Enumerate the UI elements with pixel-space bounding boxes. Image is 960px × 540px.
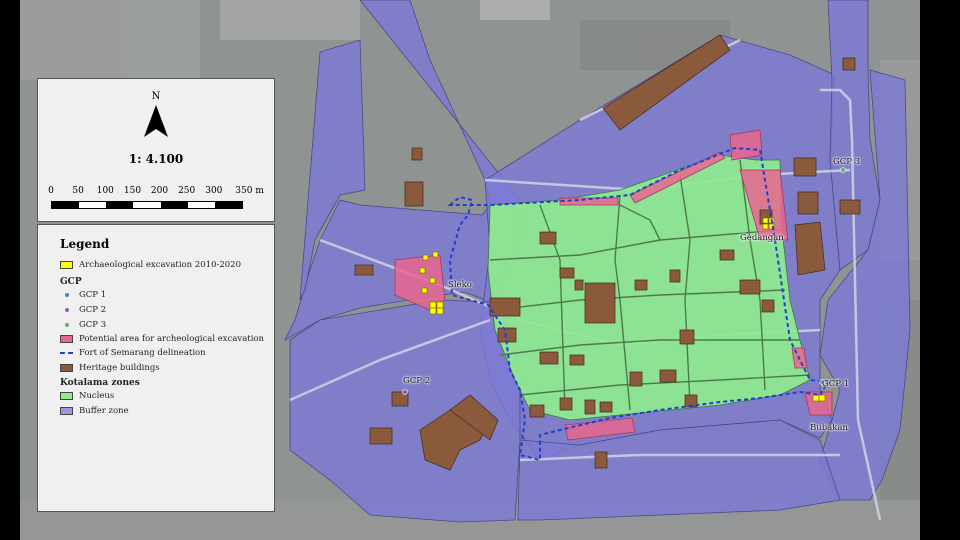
legend-buffer-label: Buffer zone [79,406,129,416]
legend-fort: Fort of Semarang delineation [60,347,206,359]
gcp3-point [840,167,846,173]
legend-title: Legend [60,237,110,251]
legend-gcp2-label: GCP 2 [79,305,107,315]
label-gcp1: GCP 1 [822,379,850,389]
buffer-swatch [60,407,73,415]
scale-tick: 300 [205,186,223,196]
fort-swatch [60,352,73,354]
north-scale-panel: N 1: 4.100 0 50 100 150 200 250 300 350 … [37,78,275,222]
legend-zones-heading: Kotalama zones [60,378,140,388]
scale-tick: 200 [150,186,169,196]
heritage-swatch [60,364,73,372]
legend-gcp2: GCP 2 [60,304,106,316]
label-gcp3: GCP 3 [833,157,861,167]
legend-heritage: Heritage buildings [60,362,160,374]
scale-ratio: 1: 4.100 [128,152,184,166]
legend-gcp3: GCP 3 [60,319,106,331]
scale-tick: 150 [123,186,142,196]
scale-tick: 350 m [235,186,264,196]
gcp2-swatch [65,308,69,312]
label-sleko: Sleko [448,280,472,290]
scale-tick: 250 [178,186,196,196]
gcp1-swatch [65,293,69,297]
gcp3-swatch [65,323,69,327]
legend-gcp1-label: GCP 1 [79,290,107,300]
legend-potential-label: Potential area for archeological excavat… [79,334,264,344]
legend-excavation: Archaeological excavation 2010-2020 [60,259,241,271]
legend-fort-label: Fort of Semarang delineation [79,348,206,358]
scale-tick: 0 [48,186,54,196]
legend-panel: Legend Archaeological excavation 2010-20… [37,224,275,512]
potential-swatch [60,335,73,343]
legend-gcp1: GCP 1 [60,289,106,301]
nucleus-swatch [60,392,73,400]
legend-gcp3-label: GCP 3 [79,320,107,330]
label-gcp2: GCP 2 [403,376,431,386]
map-frame: Sleko Gedangan Bubakan GCP 1 GCP 2 GCP 3… [20,0,920,540]
legend-heritage-label: Heritage buildings [79,363,160,373]
north-arrow: N [136,91,176,141]
north-arrow-icon [144,105,168,137]
legend-gcp-heading: GCP [60,277,82,287]
gcp2-point [402,389,408,395]
scale-tick: 100 [96,186,114,196]
label-gedangan: Gedangan [740,233,784,243]
legend-nucleus-label: Nucleus [79,391,115,401]
label-bubakan: Bubakan [810,423,848,433]
legend-potential: Potential area for archeological excavat… [60,333,264,345]
legend-excavation-label: Archaeological excavation 2010-2020 [79,260,241,270]
scale-bar [51,201,243,209]
legend-nucleus: Nucleus [60,390,114,402]
legend-buffer: Buffer zone [60,405,129,417]
excavation-swatch [60,261,73,269]
north-letter: N [151,91,161,102]
scale-tick: 50 [72,186,84,196]
